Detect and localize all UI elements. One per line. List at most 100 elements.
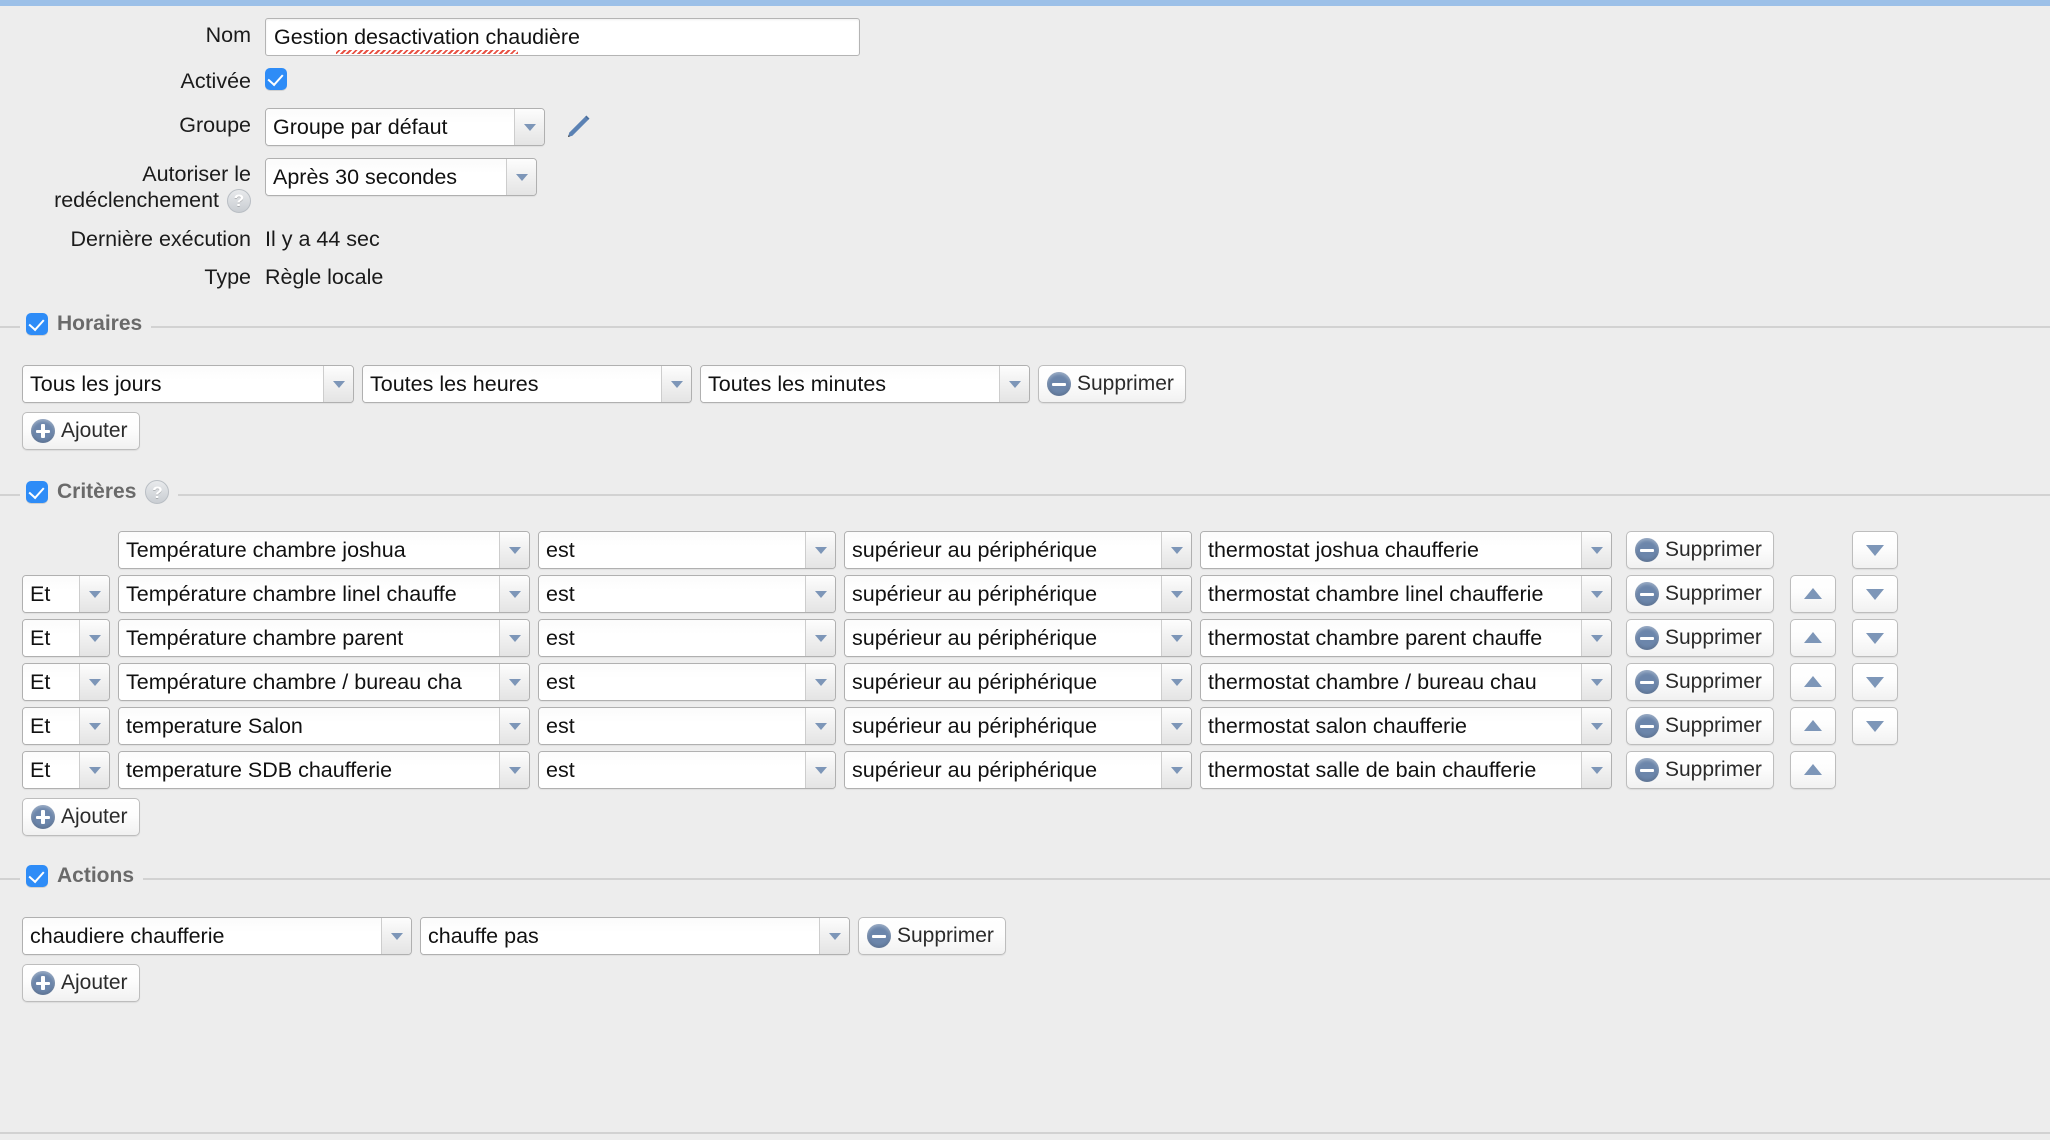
criteres-delete-button[interactable]: Supprimer xyxy=(1626,707,1774,746)
criteres-add-button[interactable]: Ajouter xyxy=(22,798,140,837)
criteres-logic-value: Et xyxy=(23,752,79,789)
criteres-move-up-spacer xyxy=(1790,531,1836,569)
criteres-device-select[interactable]: Température chambre joshua xyxy=(118,531,530,570)
criteres-move-down-button[interactable] xyxy=(1851,531,1898,570)
criteres-logic-select[interactable]: Et xyxy=(22,663,110,702)
horaires-days-select[interactable]: Tous les jours xyxy=(22,365,354,404)
actions-command-select[interactable]: chauffe pas xyxy=(420,917,850,956)
help-icon[interactable]: ? xyxy=(145,480,170,505)
edit-pencil-icon[interactable] xyxy=(563,112,593,142)
criteres-comparison-select[interactable]: supérieur au périphérique xyxy=(844,707,1192,746)
section-divider xyxy=(0,494,2050,497)
criteres-move-down-button[interactable] xyxy=(1851,619,1898,658)
criteres-move-up-button[interactable] xyxy=(1789,751,1836,790)
criteres-operator-select[interactable]: est xyxy=(538,619,836,658)
actions-delete-label: Supprimer xyxy=(897,924,994,948)
horaires-hours-select[interactable]: Toutes les heures xyxy=(362,365,692,404)
chevron-down-icon xyxy=(499,576,529,613)
chevron-down-icon xyxy=(1161,708,1191,745)
groupe-select[interactable]: Groupe par défaut xyxy=(265,107,545,146)
criteres-row: Et Température chambre parent est supérieur… xyxy=(22,619,2050,658)
criteres-device-select[interactable]: temperature Salon xyxy=(118,707,530,746)
criteres-comparison-select[interactable]: supérieur au périphérique xyxy=(844,663,1192,702)
actions-add-label: Ajouter xyxy=(61,971,128,995)
criteres-logic-select[interactable]: Et xyxy=(22,751,110,790)
criteres-target-select[interactable]: thermostat chambre / bureau chau xyxy=(1200,663,1612,702)
actions-checkbox[interactable] xyxy=(26,865,48,888)
criteres-target-select[interactable]: thermostat joshua chaufferie xyxy=(1200,531,1612,570)
activee-checkbox[interactable] xyxy=(265,68,287,90)
horaires-add-button[interactable]: Ajouter xyxy=(22,412,140,451)
criteres-target-value: thermostat chambre / bureau chau xyxy=(1201,664,1581,701)
plus-circle-icon xyxy=(31,971,55,996)
minus-circle-icon xyxy=(867,924,891,949)
actions-device-select[interactable]: chaudiere chaufferie xyxy=(22,917,412,956)
spellcheck-underline xyxy=(336,50,518,54)
field-row-nom: Nom Gestion desactivation chaudière xyxy=(0,18,2050,56)
criteres-target-select[interactable]: thermostat chambre linel chaufferie xyxy=(1200,575,1612,614)
criteres-operator-select[interactable]: est xyxy=(538,531,836,570)
help-icon[interactable]: ? xyxy=(227,188,251,213)
criteres-move-up-button[interactable] xyxy=(1789,575,1836,614)
actions-add-button[interactable]: Ajouter xyxy=(22,964,140,1003)
criteres-logic-select[interactable]: Et xyxy=(22,619,110,658)
criteres-move-down-button[interactable] xyxy=(1851,663,1898,702)
chevron-down-icon xyxy=(506,158,536,195)
criteres-logic-value: Et xyxy=(23,576,79,613)
last-exec-value: Il y a 44 sec xyxy=(265,227,380,252)
criteres-delete-button[interactable]: Supprimer xyxy=(1626,751,1774,790)
criteres-comparison-value: supérieur au périphérique xyxy=(845,752,1161,789)
chevron-down-icon xyxy=(79,752,109,789)
criteres-move-up-button[interactable] xyxy=(1789,663,1836,702)
criteres-delete-button[interactable]: Supprimer xyxy=(1626,663,1774,702)
criteres-target-select[interactable]: thermostat salon chaufferie xyxy=(1200,707,1612,746)
section-horaires: Horaires Tous les jours Toutes les heure… xyxy=(0,312,2050,451)
criteres-delete-label: Supprimer xyxy=(1665,538,1762,562)
criteres-comparison-select[interactable]: supérieur au périphérique xyxy=(844,619,1192,658)
criteres-move-up-button[interactable] xyxy=(1789,619,1836,658)
criteres-operator-select[interactable]: est xyxy=(538,663,836,702)
horaires-minutes-select[interactable]: Toutes les minutes xyxy=(700,365,1030,404)
criteres-comparison-select[interactable]: supérieur au périphérique xyxy=(844,575,1192,614)
criteres-operator-select[interactable]: est xyxy=(538,707,836,746)
criteres-target-value: thermostat chambre linel chaufferie xyxy=(1201,576,1581,613)
nom-input[interactable]: Gestion desactivation chaudière xyxy=(265,18,860,56)
criteres-delete-button[interactable]: Supprimer xyxy=(1626,619,1774,658)
criteres-device-select[interactable]: Température chambre / bureau cha xyxy=(118,663,530,702)
actions-delete-button[interactable]: Supprimer xyxy=(858,917,1006,956)
chevron-down-icon xyxy=(79,664,109,701)
criteres-delete-label: Supprimer xyxy=(1665,582,1762,606)
chevron-down-icon xyxy=(514,108,544,145)
criteres-operator-select[interactable]: est xyxy=(538,575,836,614)
criteres-row: Température chambre joshua est supérieur a… xyxy=(22,531,2050,570)
criteres-comparison-select[interactable]: supérieur au périphérique xyxy=(844,751,1192,790)
chevron-down-icon xyxy=(381,918,411,955)
criteres-operator-select[interactable]: est xyxy=(538,751,836,790)
criteres-device-select[interactable]: Température chambre parent xyxy=(118,619,530,658)
criteres-device-select[interactable]: Température chambre linel chauffe xyxy=(118,575,530,614)
criteres-device-select[interactable]: temperature SDB chaufferie xyxy=(118,751,530,790)
criteres-target-select[interactable]: thermostat chambre parent chauffe xyxy=(1200,619,1612,658)
criteres-logic-select[interactable]: Et xyxy=(22,707,110,746)
chevron-down-icon xyxy=(1161,752,1191,789)
criteres-target-select[interactable]: thermostat salle de bain chaufferie xyxy=(1200,751,1612,790)
rule-editor-page: Nom Gestion desactivation chaudière Acti… xyxy=(0,6,2050,1003)
criteres-logic-value: Et xyxy=(23,708,79,745)
minus-circle-icon xyxy=(1635,626,1659,651)
criteres-move-up-button[interactable] xyxy=(1789,707,1836,746)
criteres-logic-select[interactable]: Et xyxy=(22,575,110,614)
retrigger-select[interactable]: Après 30 secondes xyxy=(265,157,537,196)
criteres-move-down-button[interactable] xyxy=(1851,575,1898,614)
criteres-checkbox[interactable] xyxy=(26,481,48,504)
chevron-down-icon xyxy=(1581,708,1611,745)
chevron-down-icon xyxy=(1161,664,1191,701)
plus-circle-icon xyxy=(31,419,55,444)
section-divider xyxy=(0,326,2050,329)
horaires-delete-button[interactable]: Supprimer xyxy=(1038,365,1186,404)
horaires-checkbox[interactable] xyxy=(26,313,48,336)
criteres-delete-button[interactable]: Supprimer xyxy=(1626,531,1774,570)
chevron-down-icon xyxy=(79,708,109,745)
criteres-delete-button[interactable]: Supprimer xyxy=(1626,575,1774,614)
criteres-move-down-button[interactable] xyxy=(1851,707,1898,746)
criteres-comparison-select[interactable]: supérieur au périphérique xyxy=(844,531,1192,570)
